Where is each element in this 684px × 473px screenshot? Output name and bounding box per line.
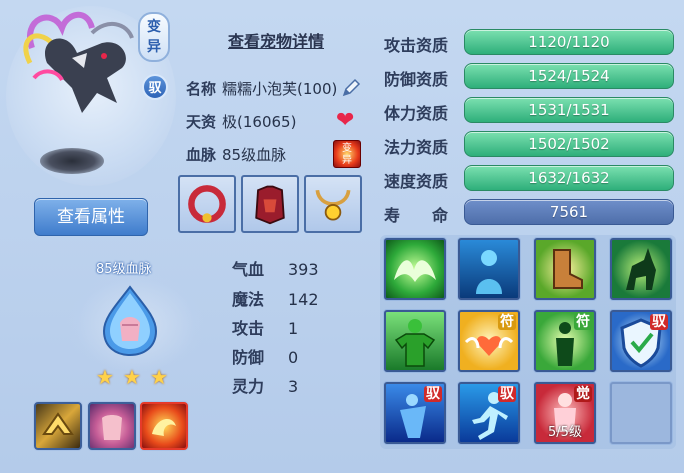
bloodline-skill-slot-3[interactable] (140, 402, 188, 450)
name-value: 糯糯小泡芙(100) (222, 80, 338, 98)
skill-tag: 驭 (650, 314, 668, 330)
mutate-icon-text: 变异 (342, 143, 352, 166)
stat-label: 魔法 (232, 290, 265, 309)
skill-warrior[interactable]: 驭 (384, 382, 446, 444)
aptitude-label: 攻击资质 (384, 36, 449, 55)
stat-label: 攻击 (232, 319, 265, 338)
name-row: 名称 糯糯小泡芙(100) (186, 78, 337, 99)
stag-icon (626, 248, 656, 290)
armor-icon (255, 185, 285, 225)
tame-badge: 驭 (142, 74, 168, 100)
skill-tag: 符 (498, 314, 516, 330)
bloodline-label: 血脉 (186, 146, 217, 164)
view-attributes-button[interactable]: 查看属性 (34, 198, 148, 236)
mutant-badge: 变异 (138, 12, 170, 62)
view-pet-details-link[interactable]: 查看宠物详情 (228, 28, 324, 52)
skill-tag: 驭 (424, 386, 442, 402)
bloodline-title: 85级血脉 (96, 262, 152, 277)
aptitude-bar: 1531/1531 (464, 97, 674, 123)
lifespan-value: 7561 (549, 203, 589, 221)
skill-shield[interactable]: 驭 (610, 310, 672, 372)
aptitude-label: 速度资质 (384, 172, 449, 191)
pet-shadow (40, 148, 104, 174)
stat-label: 防御 (232, 348, 265, 367)
strength-icon (394, 319, 436, 367)
bloodline-skill-slot-2[interactable] (88, 402, 136, 450)
mutant-badge-label: 变异 (147, 19, 161, 55)
bloodline-value: 85级血脉 (222, 146, 287, 164)
skill-tag: 觉 (574, 386, 592, 402)
aptitude-bar: 1120/1120 (464, 29, 674, 55)
skill-tag: 符 (574, 314, 592, 330)
pet-detail-panel: 变异 驭 查看属性 85级血脉 ★ ★ ★ 查看宠物详情 名称 糯糯小泡芙(100… (0, 0, 684, 473)
stat-value: 3 (288, 377, 299, 396)
aptitude-value: 极(16065) (222, 113, 297, 131)
star-icon: ★ (150, 365, 168, 389)
bloodline-skill-slot-1[interactable] (34, 402, 82, 450)
wings-icon (394, 260, 436, 282)
pet-model-image (23, 11, 134, 113)
necklace-icon (315, 189, 351, 221)
aptitude-value: 1524/1524 (528, 67, 610, 85)
torso-icon (102, 415, 122, 440)
skill-awaken[interactable]: 觉 5/5级 (534, 382, 596, 444)
mutate-icon[interactable]: 变异 (333, 140, 361, 168)
star-icon: ★ (96, 365, 114, 389)
star-icon: ★ (123, 365, 141, 389)
skill-heart-wings[interactable]: 符 (458, 310, 520, 372)
skill-spirit[interactable] (458, 238, 520, 300)
stat-attack: 攻击 1 (232, 315, 298, 339)
equip-slot-armor[interactable] (241, 175, 299, 233)
aptitude-bar: 1502/1502 (464, 131, 674, 157)
stat-label: 灵力 (232, 377, 265, 396)
aptitude-bar: 1632/1632 (464, 165, 674, 191)
aptitude-value: 1531/1531 (528, 101, 610, 119)
boot-icon (553, 249, 583, 289)
aptitude-bar: 1524/1524 (464, 63, 674, 89)
skill-boot[interactable] (534, 238, 596, 300)
skill-strength[interactable] (384, 310, 446, 372)
collar-icon (188, 185, 226, 223)
stat-label: 气血 (232, 260, 265, 279)
bloodline-stars: ★ ★ ★ (96, 365, 168, 389)
aptitude-label: 体力资质 (384, 104, 449, 123)
heart-icon[interactable]: ❤ (336, 110, 360, 132)
aptitude-value: 1502/1502 (528, 135, 610, 153)
skill-runner[interactable]: 驭 (458, 382, 520, 444)
stat-defense: 防御 0 (232, 344, 298, 368)
stat-mp: 魔法 142 (232, 286, 319, 310)
gold-armor-icon (42, 412, 74, 435)
skill-stag[interactable] (610, 238, 672, 300)
aptitude-label: 法力资质 (384, 138, 449, 157)
bloodline-row: 血脉 85级血脉 (186, 144, 286, 165)
name-label: 名称 (186, 80, 217, 98)
aptitude-row: 天资 极(16065) (186, 111, 296, 132)
equip-slot-necklace[interactable] (304, 175, 362, 233)
stat-value: 393 (288, 260, 319, 279)
bloodline-gem-icon[interactable] (102, 285, 158, 357)
skill-figure[interactable]: 符 (534, 310, 596, 372)
equip-slot-collar[interactable] (178, 175, 236, 233)
edit-name-icon[interactable] (340, 77, 362, 99)
stat-hp: 气血 393 (232, 256, 319, 280)
aptitude-label: 天资 (186, 113, 217, 131)
phoenix-icon (152, 419, 176, 436)
aptitude-value: 1632/1632 (528, 169, 610, 187)
skill-wings[interactable] (384, 238, 446, 300)
stat-value: 142 (288, 290, 319, 309)
lifespan-label: 寿 命 (384, 206, 449, 225)
skill-slot-empty[interactable] (610, 382, 672, 444)
skill-tag: 驭 (498, 386, 516, 402)
skill-level: 5/5级 (548, 425, 582, 440)
aptitude-value: 1120/1120 (528, 33, 610, 51)
spirit-icon (476, 250, 502, 294)
stat-value: 0 (288, 348, 299, 367)
aptitude-label: 防御资质 (384, 70, 449, 89)
stat-value: 1 (288, 319, 299, 338)
stat-spirit: 灵力 3 (232, 373, 298, 397)
lifespan-bar: 7561 (464, 199, 674, 225)
